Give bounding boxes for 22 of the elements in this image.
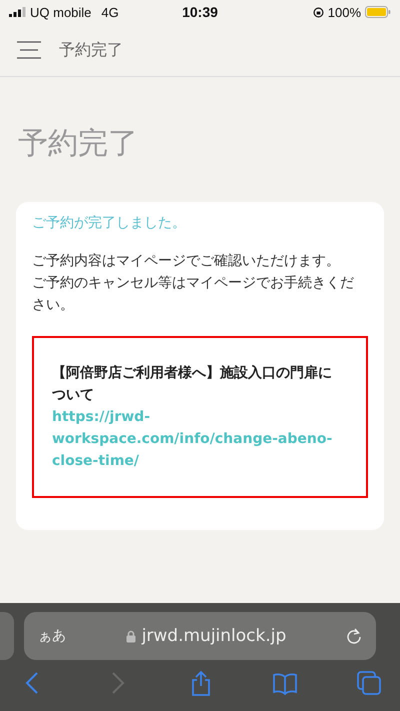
- signal-icon: [9, 7, 26, 17]
- notice-link[interactable]: https://jrwd-workspace.com/info/change-abeno-close-time/: [52, 406, 342, 472]
- rotation-lock-icon: [312, 6, 324, 18]
- address-bar[interactable]: ぁあ jrwd.mujinlock.jp: [24, 612, 376, 660]
- confirmation-message: ご予約内容はマイページでご確認いただけます。: [32, 252, 341, 271]
- notice-title: 【阿倍野店ご利用者様へ】施設入口の門扉について: [52, 364, 333, 405]
- lock-icon: [126, 630, 136, 642]
- carrier-name: UQ mobile: [30, 4, 92, 20]
- reload-icon[interactable]: [346, 628, 362, 644]
- url-text: jrwd.mujinlock.jp: [142, 626, 286, 646]
- header-title: 予約完了: [59, 40, 123, 60]
- tab-edge[interactable]: [0, 612, 14, 660]
- network-type: 4G: [101, 4, 119, 20]
- battery-icon: [365, 6, 391, 18]
- tabs-icon[interactable]: [356, 670, 382, 696]
- confirmation-headline: ご予約が完了しました。: [32, 214, 187, 232]
- battery-percent: 100%: [328, 4, 361, 20]
- text-size-button[interactable]: ぁあ: [38, 627, 66, 645]
- confirmation-message: ご予約のキャンセル等はマイページでお手続きください。: [32, 274, 355, 315]
- menu-icon[interactable]: [17, 41, 41, 59]
- page-title: 予約完了: [18, 125, 139, 163]
- clock-time: 10:39: [182, 4, 218, 20]
